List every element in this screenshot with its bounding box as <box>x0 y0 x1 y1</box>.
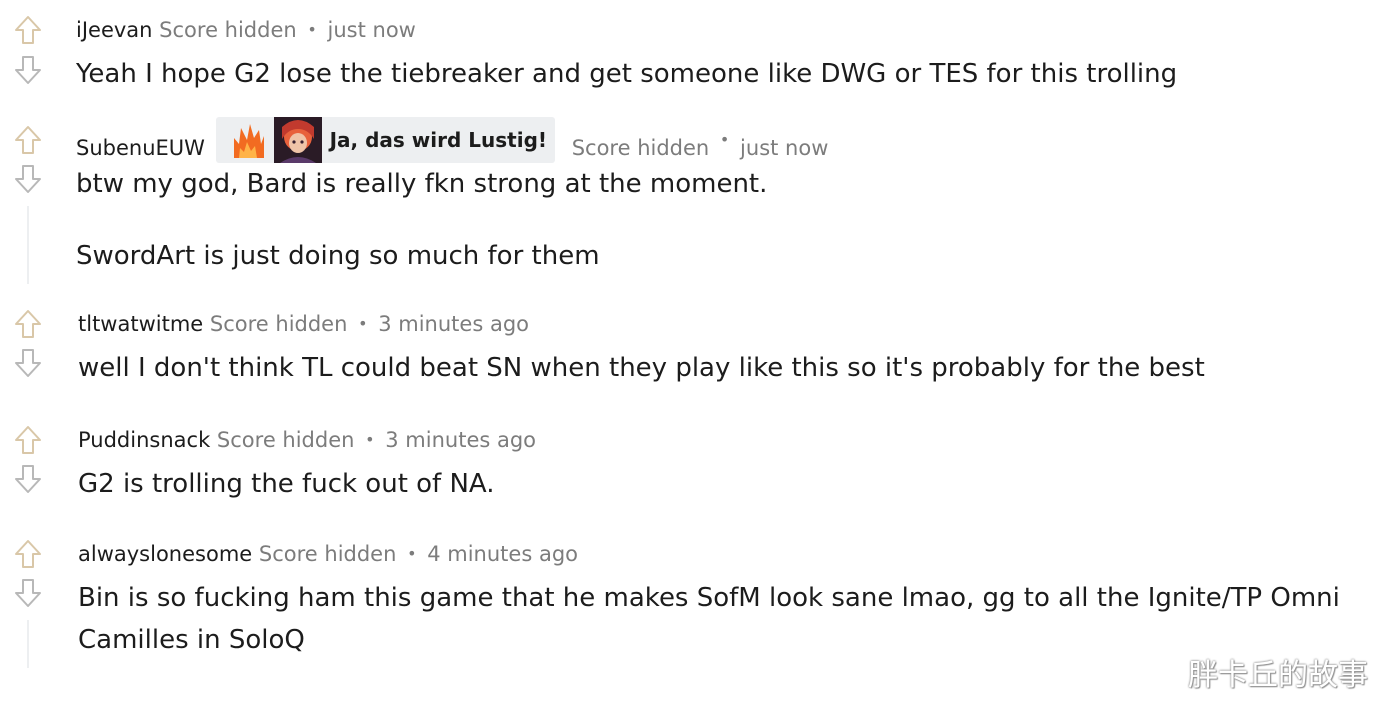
author-link[interactable]: SubenuEUW <box>76 136 205 160</box>
score-hidden-label: Score hidden <box>258 542 397 566</box>
comment-meta: Puddinsnack Score hidden • 3 minutes ago <box>78 426 536 454</box>
separator-dot: • <box>365 430 375 449</box>
upvote-icon[interactable] <box>12 538 44 570</box>
author-link[interactable]: Puddinsnack <box>78 428 210 452</box>
comment-text: Yeah I hope G2 lose the tiebreaker and g… <box>76 59 1178 89</box>
upvote-icon[interactable] <box>12 424 44 456</box>
user-flair: Ja, das wird Lustig! <box>215 117 556 163</box>
watermark: 胖卡丘的故事 <box>1188 658 1368 693</box>
downvote-icon[interactable] <box>12 54 44 86</box>
comment-body: Bin is so fucking ham this game that he … <box>78 577 1340 661</box>
score-hidden-label: Score hidden <box>571 136 710 160</box>
comment-text: G2 is trolling the fuck out of NA. <box>78 469 495 499</box>
comment-line: Bin is so fucking ham this game that he … <box>78 583 1340 613</box>
comment-line: Camilles in SoloQ <box>78 625 305 655</box>
score-hidden-label: Score hidden <box>209 312 348 336</box>
downvote-icon[interactable] <box>12 347 44 379</box>
score-hidden-label: Score hidden <box>216 428 355 452</box>
champion-portrait-flair-icon <box>273 117 322 163</box>
separator-dot: • <box>358 314 368 333</box>
author-link[interactable]: iJeevan <box>76 18 152 42</box>
downvote-icon[interactable] <box>12 163 44 195</box>
author-link[interactable]: tltwatwitme <box>78 312 203 336</box>
comment-meta: alwayslonesome Score hidden • 4 minutes … <box>78 540 578 568</box>
timestamp[interactable]: just now <box>328 18 416 42</box>
comment-body: btw my god, Bard is really fkn strong at… <box>76 163 767 277</box>
comment-paragraph: btw my god, Bard is really fkn strong at… <box>76 169 768 199</box>
upvote-icon[interactable] <box>12 14 44 46</box>
flame-flair-icon <box>228 120 268 160</box>
author-link[interactable]: alwayslonesome <box>78 542 252 566</box>
comment-paragraph: SwordArt is just doing so much for them <box>76 241 600 271</box>
timestamp[interactable]: 3 minutes ago <box>378 312 529 336</box>
comment-body: G2 is trolling the fuck out of NA. <box>78 463 495 505</box>
score-hidden-label: Score hidden <box>159 18 297 42</box>
comment-meta: iJeevan Score hidden • just now <box>76 16 416 44</box>
separator-dot: • <box>407 544 417 563</box>
timestamp[interactable]: 3 minutes ago <box>385 428 536 452</box>
upvote-icon[interactable] <box>12 124 44 156</box>
timestamp[interactable]: 4 minutes ago <box>427 542 578 566</box>
comment-meta: tltwatwitme Score hidden • 3 minutes ago <box>78 310 529 338</box>
comment-body: well I don't think TL could beat SN when… <box>78 347 1205 389</box>
comment-meta: SubenuEUW Ja, das wird Lustig! Score hid… <box>76 117 828 163</box>
timestamp[interactable]: just now <box>740 136 828 160</box>
separator-dot: • <box>719 130 730 149</box>
downvote-icon[interactable] <box>12 463 44 495</box>
comment-text: well I don't think TL could beat SN when… <box>78 353 1205 383</box>
comment-body: Yeah I hope G2 lose the tiebreaker and g… <box>76 53 1177 95</box>
flair-text: Ja, das wird Lustig! <box>329 128 548 152</box>
thread-line[interactable] <box>27 620 29 668</box>
downvote-icon[interactable] <box>12 577 44 609</box>
upvote-icon[interactable] <box>12 308 44 340</box>
separator-dot: • <box>307 20 317 39</box>
thread-line[interactable] <box>27 206 29 284</box>
